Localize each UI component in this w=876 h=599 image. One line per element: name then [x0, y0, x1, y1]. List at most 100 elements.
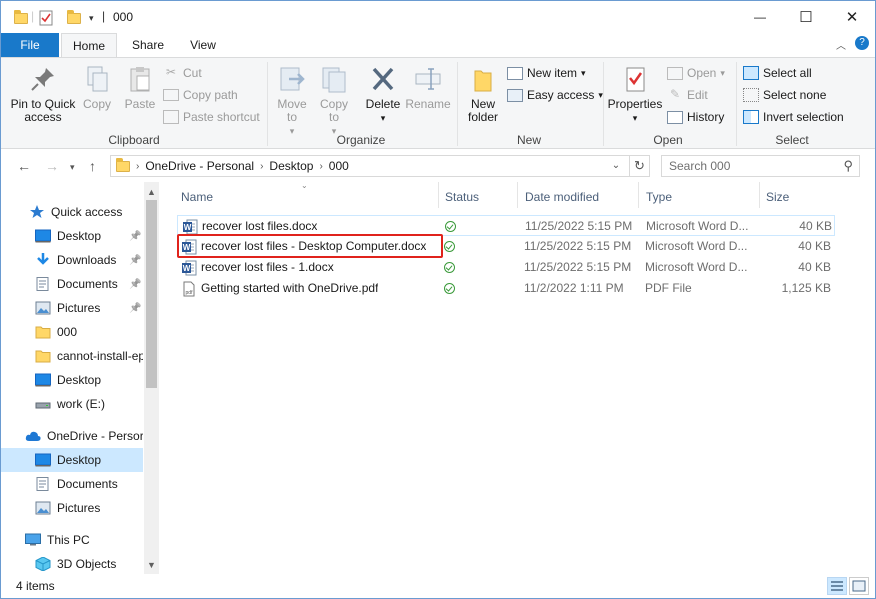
new-item-button[interactable]: New item ▾ [507, 64, 586, 82]
properties-icon [626, 67, 645, 92]
folder-icon [35, 349, 51, 363]
address-bar[interactable]: › OneDrive - Personal › Desktop › 000 [110, 155, 630, 177]
tab-share[interactable]: Share [119, 33, 177, 57]
tab-home[interactable]: Home [61, 33, 117, 58]
paste-button[interactable]: Paste [121, 64, 159, 111]
sync-status-icon [445, 221, 456, 232]
chevron-right-icon: › [136, 160, 140, 172]
rename-icon [415, 68, 441, 90]
sidebar-item-000[interactable]: 000 [1, 320, 143, 344]
select-all-button[interactable]: Select all [743, 64, 812, 82]
sidebar-item-downloads[interactable]: Downloads 📌 [1, 248, 143, 272]
history-icon [667, 110, 683, 124]
customize-qat-icon[interactable]: ▾ [89, 10, 94, 26]
pin-icon [31, 68, 54, 91]
column-divider[interactable] [517, 182, 518, 208]
sync-status-icon [444, 283, 455, 294]
refresh-icon[interactable]: ↻ [630, 155, 650, 177]
properties-quick-icon[interactable] [39, 10, 53, 26]
column-date-modified[interactable]: Date modified [525, 187, 599, 207]
edit-button[interactable]: ✎ Edit [667, 86, 708, 104]
file-date: 11/25/2022 5:15 PM [524, 239, 632, 253]
delete-button[interactable]: Delete ▾ [363, 64, 403, 125]
breadcrumb-onedrive[interactable]: OneDrive - Personal [145, 159, 254, 173]
up-arrow-icon[interactable]: ↑ [89, 158, 96, 174]
invert-selection-button[interactable]: Invert selection [743, 108, 844, 126]
column-type[interactable]: Type [646, 187, 672, 207]
sidebar-item-label: Downloads [57, 253, 117, 267]
file-size: 40 KB [798, 239, 831, 253]
address-dropdown-icon[interactable]: ⌄ [605, 155, 627, 177]
close-button[interactable]: ✕ [829, 1, 875, 33]
back-arrow-icon[interactable]: ← [17, 158, 31, 174]
pin-icon: 📌 [129, 254, 142, 266]
sidebar-item-desktop[interactable]: Desktop [1, 448, 143, 472]
file-row[interactable]: pdf Getting started with OneDrive.pdf 11/2… [177, 278, 835, 299]
column-divider[interactable] [438, 182, 439, 208]
sidebar-item-label: Documents [57, 477, 118, 491]
file-row[interactable]: Wrecover lost files.docx 11/25/2022 5:15 … [177, 215, 835, 236]
sidebar-item-work-e[interactable]: work (E:) [1, 392, 143, 416]
organize-group-label: Organize [336, 133, 386, 147]
help-icon[interactable]: ? [855, 36, 869, 50]
file-row[interactable]: Wrecover lost files - 1.docx 11/25/2022 5… [177, 257, 835, 278]
collapse-ribbon-icon[interactable]: ︿ [836, 37, 846, 52]
paste-shortcut-button[interactable]: Paste shortcut [163, 108, 260, 126]
copy-to-button[interactable]: Copy to ▾ [315, 64, 353, 138]
column-name[interactable]: Name [181, 187, 213, 207]
move-to-button[interactable]: Move to ▾ [273, 64, 311, 138]
sidebar-item-this-pc[interactable]: This PC [1, 528, 143, 552]
column-divider[interactable] [759, 182, 760, 208]
breadcrumb-desktop[interactable]: Desktop [269, 159, 313, 173]
forward-arrow-icon[interactable]: → [45, 158, 59, 174]
details-view-icon[interactable] [827, 577, 847, 595]
rename-button[interactable]: Rename [405, 64, 451, 111]
select-none-button[interactable]: Select none [743, 86, 826, 104]
search-icon: ⚲ [843, 158, 853, 173]
open-icon [667, 66, 683, 80]
sidebar-item-documents[interactable]: Documents [1, 472, 143, 496]
explorer-window: | ▾ | 000 — ☐ ✕ File Home Share View ︿ ?… [0, 0, 876, 599]
search-input[interactable]: Search 000 ⚲ [661, 155, 860, 177]
maximize-button[interactable]: ☐ [783, 1, 829, 33]
desktop-icon [35, 453, 51, 467]
pin-icon: 📌 [129, 230, 142, 242]
new-folder-quick-icon[interactable] [67, 9, 81, 26]
sidebar-item-3d-objects[interactable]: 3D Objects [1, 552, 143, 576]
open-button[interactable]: Open ▾ [667, 64, 725, 82]
sidebar-item-cannot-install-ep[interactable]: cannot-install-ep [1, 344, 143, 368]
sidebar-scroll-thumb[interactable] [146, 200, 157, 388]
column-size[interactable]: Size [766, 187, 789, 207]
scroll-down-icon[interactable]: ▼ [144, 560, 159, 570]
tab-file[interactable]: File [1, 33, 59, 57]
sync-status-icon [444, 262, 455, 273]
copy-path-button[interactable]: Copy path [163, 86, 238, 104]
minimize-button[interactable]: — [737, 1, 783, 33]
pin-quick-access-button[interactable]: Pin to Quick access [9, 64, 77, 124]
sort-indicator-icon: ⌄ [301, 181, 308, 190]
sidebar-item-documents[interactable]: Documents 📌 [1, 272, 143, 296]
recent-locations-icon[interactable]: ▾ [70, 162, 75, 173]
sidebar-item-onedrive-persor[interactable]: OneDrive - Persor [1, 424, 143, 448]
history-button[interactable]: History [667, 108, 724, 126]
column-status[interactable]: Status [445, 187, 479, 207]
sidebar-item-desktop[interactable]: Desktop 📌 [1, 224, 143, 248]
tab-view[interactable]: View [177, 33, 229, 57]
easy-access-button[interactable]: Easy access ▾ [507, 86, 603, 104]
move-to-icon [280, 67, 305, 91]
svg-text:W: W [184, 223, 192, 232]
sidebar-item-quick-access[interactable]: Quick access [1, 200, 143, 224]
delete-icon [372, 67, 394, 91]
sidebar-item-label: work (E:) [57, 397, 105, 411]
sidebar-item-pictures[interactable]: Pictures [1, 496, 143, 520]
sidebar-item-pictures[interactable]: Pictures 📌 [1, 296, 143, 320]
properties-button[interactable]: Properties ▾ [607, 64, 663, 125]
new-folder-button[interactable]: New folder [463, 64, 503, 124]
column-divider[interactable] [638, 182, 639, 208]
large-icons-view-icon[interactable] [849, 577, 869, 595]
cut-button[interactable]: ✂ Cut [163, 64, 202, 82]
breadcrumb-000[interactable]: 000 [329, 159, 349, 173]
sidebar-item-desktop[interactable]: Desktop [1, 368, 143, 392]
scroll-up-icon[interactable]: ▲ [144, 187, 159, 197]
copy-button[interactable]: Copy [79, 64, 115, 111]
